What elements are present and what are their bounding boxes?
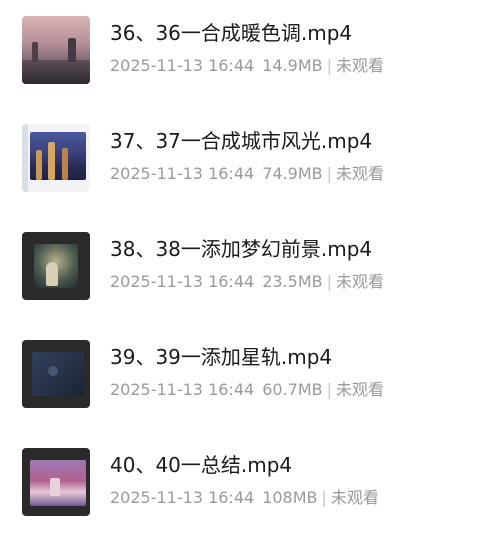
video-thumbnail[interactable] [22, 124, 90, 192]
list-item[interactable]: 36、36一合成暖色调.mp4 2025-11-13 16:44 14.9MB | 未… [0, 10, 488, 106]
thumbnail-image [50, 478, 60, 496]
video-thumbnail[interactable] [22, 232, 90, 300]
file-title[interactable]: 37、37一合成城市风光.mp4 [110, 128, 372, 154]
thumbnail-image [32, 42, 38, 62]
file-title[interactable]: 40、40一总结.mp4 [110, 452, 292, 478]
file-date: 2025-11-13 16:44 [110, 488, 255, 507]
file-meta: 2025-11-13 16:44 60.7MB | 未观看 [110, 379, 384, 401]
meta-separator: | [326, 164, 332, 183]
watch-status: 未观看 [335, 272, 384, 291]
file-meta: 2025-11-13 16:44 14.9MB | 未观看 [110, 55, 384, 77]
video-thumbnail[interactable] [22, 340, 90, 408]
file-size: 23.5MB [262, 272, 323, 291]
watch-status: 未观看 [335, 164, 384, 183]
file-meta: 2025-11-13 16:44 74.9MB | 未观看 [110, 163, 384, 185]
meta-separator: | [321, 488, 327, 507]
file-title[interactable]: 39、39一添加星轨.mp4 [110, 344, 332, 370]
list-item[interactable]: 39、39一添加星轨.mp4 2025-11-13 16:44 60.7MB | 未观… [0, 334, 488, 430]
meta-separator: | [326, 56, 332, 75]
thumbnail-image [68, 38, 76, 62]
thumbnail-image [22, 124, 28, 192]
file-size: 74.9MB [262, 164, 323, 183]
thumbnail-image [48, 366, 58, 376]
file-size: 60.7MB [262, 380, 323, 399]
thumbnail-image [62, 148, 68, 180]
watch-status: 未观看 [335, 56, 384, 75]
file-date: 2025-11-13 16:44 [110, 164, 255, 183]
watch-status: 未观看 [335, 380, 384, 399]
thumbnail-image [22, 60, 90, 84]
file-meta: 2025-11-13 16:44 108MB | 未观看 [110, 487, 379, 509]
thumbnail-image [48, 142, 55, 180]
file-size: 14.9MB [262, 56, 323, 75]
list-item[interactable]: 38、38一添加梦幻前景.mp4 2025-11-13 16:44 23.5MB |… [0, 226, 488, 322]
list-item[interactable]: 37、37一合成城市风光.mp4 2025-11-13 16:44 74.9MB |… [0, 118, 488, 214]
file-title[interactable]: 38、38一添加梦幻前景.mp4 [110, 236, 372, 262]
video-thumbnail[interactable] [22, 16, 90, 84]
list-item[interactable]: 40、40一总结.mp4 2025-11-13 16:44 108MB | 未观看 [0, 442, 488, 538]
thumbnail-image [46, 262, 58, 286]
meta-separator: | [326, 272, 332, 291]
thumbnail-image [32, 352, 84, 396]
file-meta: 2025-11-13 16:44 23.5MB | 未观看 [110, 271, 384, 293]
file-date: 2025-11-13 16:44 [110, 272, 255, 291]
meta-separator: | [326, 380, 332, 399]
video-thumbnail[interactable] [22, 448, 90, 516]
watch-status: 未观看 [330, 488, 379, 507]
file-size: 108MB [262, 488, 318, 507]
file-date: 2025-11-13 16:44 [110, 56, 255, 75]
file-date: 2025-11-13 16:44 [110, 380, 255, 399]
thumbnail-image [36, 150, 42, 180]
file-title[interactable]: 36、36一合成暖色调.mp4 [110, 20, 352, 46]
